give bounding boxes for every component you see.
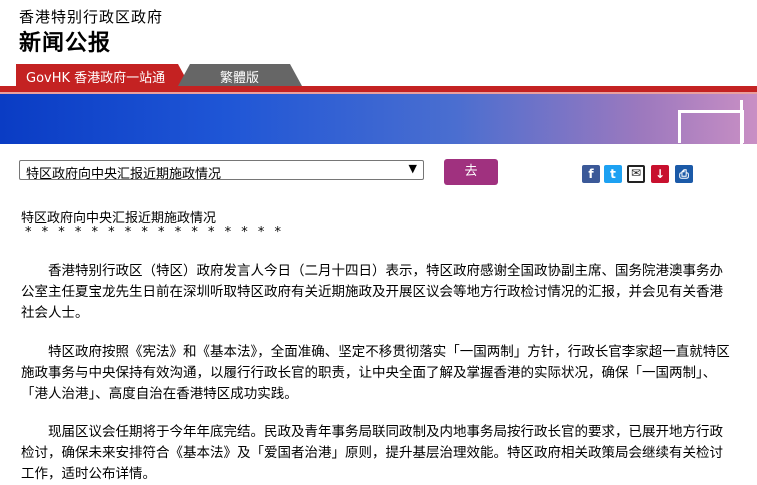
article-headline: 特区政府向中央汇报近期施政情况 [21,211,217,226]
article-paragraph: 特区政府按照《宪法》和《基本法》，全面准确、坚定不移贯彻落实「一国两制」方针，行… [21,344,730,402]
twitter-icon[interactable]: t [604,165,622,183]
header-banner [0,86,757,144]
save-icon[interactable]: ↓ [651,165,669,183]
top-tab-bar: GovHK 香港政府一站通 繁體版 [0,64,757,86]
facebook-icon[interactable]: f [582,165,600,183]
banner-stripe-light [0,92,757,94]
chevron-down-icon: ▼ [408,162,417,175]
print-icon[interactable]: ⎙ [675,165,693,183]
banner-decoration [678,110,744,143]
gov-name: 香港特别行政区政府 [19,8,164,26]
press-release-select[interactable]: 特区政府向中央汇报近期施政情况 ▼ [19,160,424,182]
page-title: 新闻公报 [19,31,112,56]
traditional-chinese-tab-label: 繁體版 [220,71,260,86]
govhk-tab[interactable]: GovHK 香港政府一站通 [16,64,190,86]
headline-separator: * * * * * * * * * * * * * * * * [25,225,284,240]
article-paragraph: 香港特别行政区（特区）政府发言人今日（二月十四日）表示，特区政府感谢全国政协副主… [21,263,723,321]
select-value: 特区政府向中央汇报近期施政情况 [26,167,222,182]
traditional-chinese-tab[interactable]: 繁體版 [178,64,302,86]
article-paragraph: 现届区议会任期将于今年年底完结。民政及青年事务局联同政制及内地事务局按行政长官的… [21,424,723,482]
govhk-tab-label: GovHK 香港政府一站通 [26,71,166,86]
banner-decoration-bar [740,100,743,144]
email-icon[interactable]: ✉ [627,165,645,183]
go-button[interactable]: 去 [444,159,498,185]
